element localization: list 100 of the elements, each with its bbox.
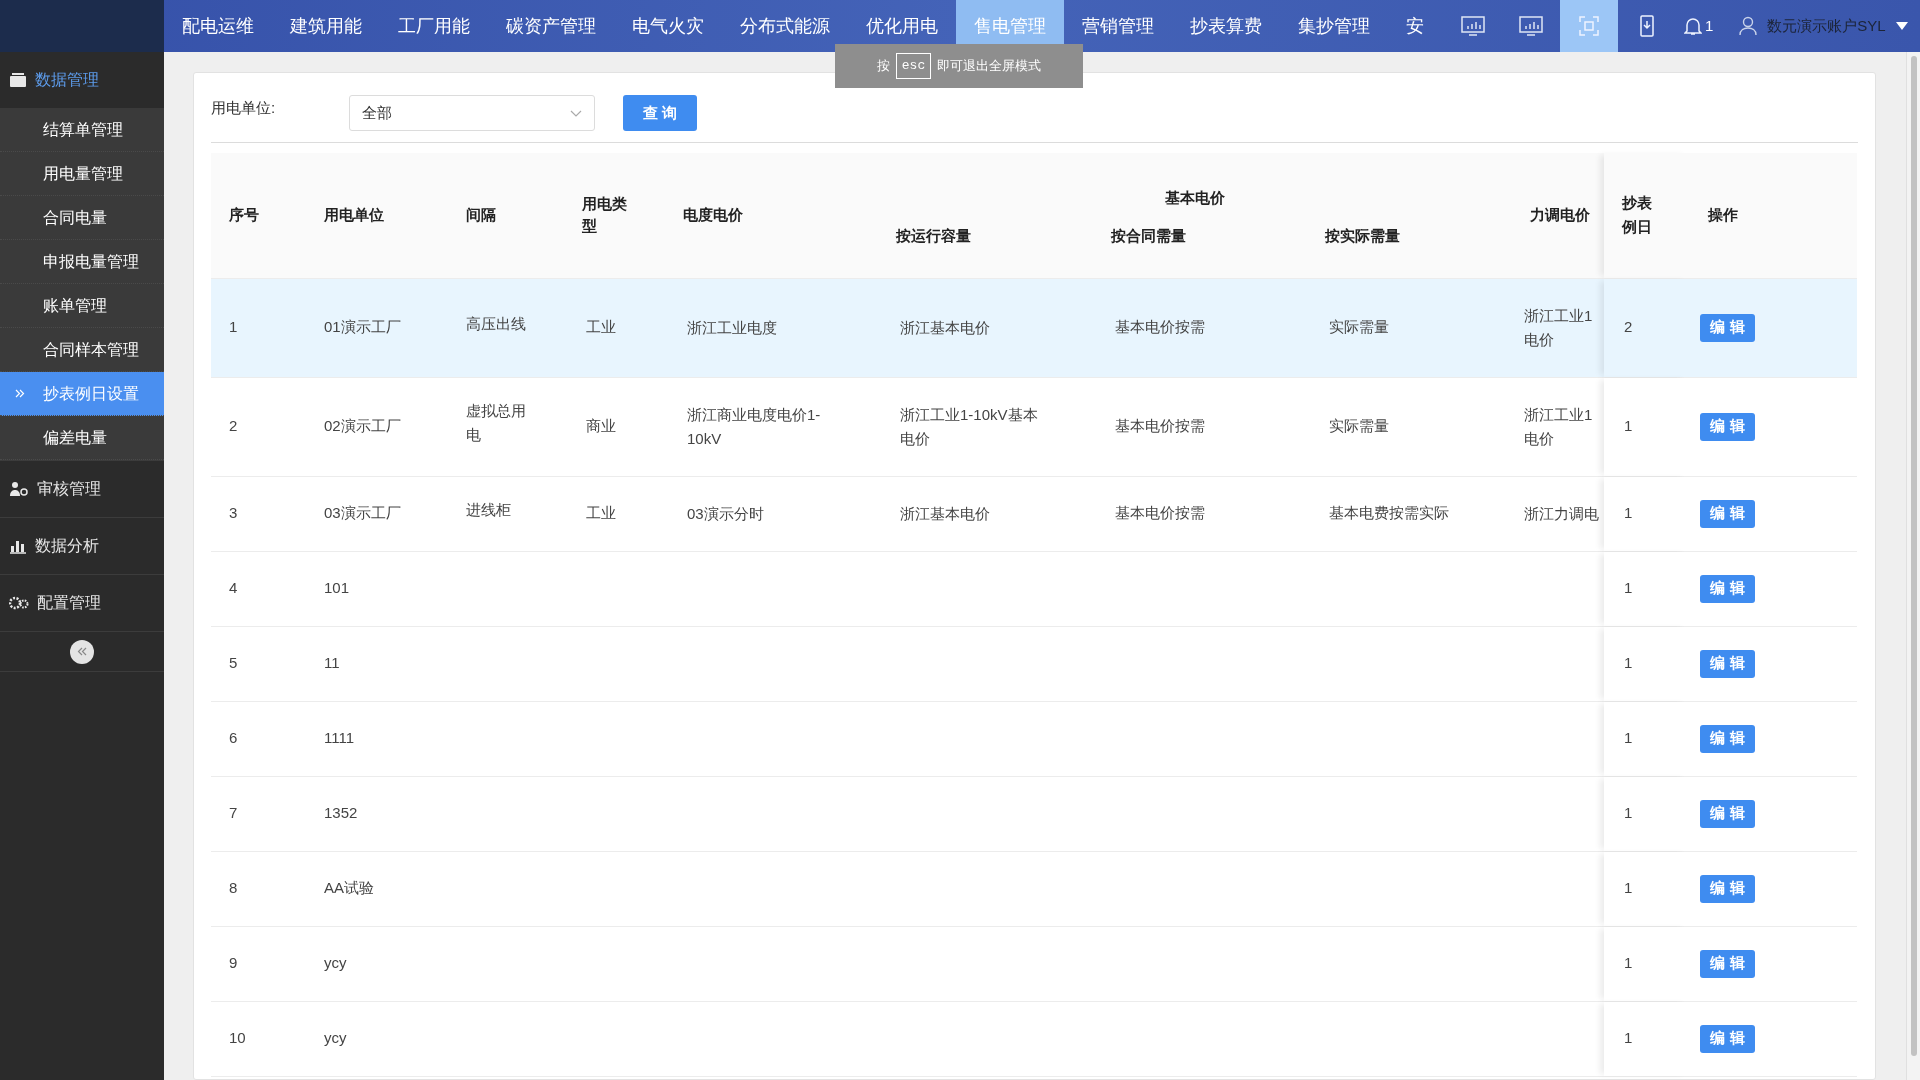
table-cell-text: 浙江工业1-10kV基本电价 [900,404,1039,449]
monitor-chart-icon[interactable] [1518,15,1544,37]
submenu-item[interactable]: 偏差电量 [0,416,164,460]
column-header: 按实际需量 [1307,215,1512,278]
table-row[interactable]: 9 ycy 1 编 辑 [211,926,1857,1002]
table-cell-text: 浙江工业1 电价 [1524,404,1593,449]
table-cell-text: 1 [229,317,238,338]
edit-button[interactable]: 编 辑 [1700,313,1755,342]
table-cell-text: 1 [1624,416,1633,437]
column-header: 用电类型 [564,153,665,278]
nav-tab[interactable]: 工厂用能 [380,0,488,52]
table-cell-text: 03演示工厂 [324,503,401,524]
edit-button[interactable]: 编 辑 [1700,412,1755,441]
table-cell-text: 进线柜 [466,499,511,520]
edit-button[interactable]: 编 辑 [1700,949,1755,978]
submenu-item[interactable]: 合同电量 [0,196,164,240]
phone-download-icon[interactable] [1640,15,1654,37]
query-button[interactable]: 查 询 [623,95,697,131]
nav-tab[interactable]: 安 [1388,0,1442,52]
caret-icon[interactable] [1895,22,1908,30]
table-cell-text: ycy [324,1028,347,1049]
column-header: 间隔 [448,153,564,278]
edit-button[interactable]: 编 辑 [1700,574,1755,603]
table-cell-text: 10 [229,1028,246,1049]
table-row[interactable]: 8 AA试验 1 编 辑 [211,851,1857,927]
folder-icon [9,72,27,88]
edit-button[interactable]: 编 辑 [1700,799,1755,828]
notification-count: 1 [1705,15,1714,36]
table-cell-text: 实际需量 [1329,416,1389,437]
table-cell-text: 基本电价按需 [1115,503,1205,524]
menu-label: 配置管理 [37,593,101,613]
table-cell-text: 浙江力调电 [1524,503,1599,524]
table-cell-text: 11 [324,653,340,674]
nav-tab[interactable]: 分布式能源 [722,0,848,52]
menu-item[interactable]: 数据分析 [0,518,164,574]
nav-tab[interactable]: 建筑用能 [272,0,380,52]
menu-item[interactable]: 数据管理 [0,52,164,108]
table-cell-text: 基本电费按需实际 [1329,503,1449,524]
table-row[interactable]: 6 1111 1 编 辑 [211,701,1857,777]
table-row[interactable]: 4 101 1 编 辑 [211,551,1857,627]
chevron-icon [15,389,25,398]
menu-item[interactable]: 审核管理 [0,461,164,517]
column-header: 用电单位 [306,153,448,278]
unit-select[interactable]: 全部 [349,95,595,131]
column-header: 操作 [1690,153,1857,278]
monitor-chart-icon[interactable] [1460,15,1486,37]
double-chevron-icon [77,647,87,656]
table-cell-text: 1 [1624,878,1633,899]
column-header: 电度电价 [665,153,878,278]
column-header: 抄表例日 [1604,153,1690,278]
table-cell-text: 1 [1624,728,1633,749]
menu-item[interactable]: 配置管理 [0,575,164,631]
table-cell-text: 浙江工业电度 [687,317,777,338]
collapse-button[interactable] [70,639,94,664]
table-row[interactable]: 5 11 1 编 辑 [211,626,1857,702]
table-cell-text: ycy [324,953,347,974]
table-cell-text: 1 [1624,803,1633,824]
submenu-item[interactable]: 账单管理 [0,284,164,328]
table-cell-text: 1352 [324,803,358,824]
edit-button[interactable]: 编 辑 [1700,649,1755,678]
menu-label: 数据分析 [35,536,99,556]
bell-icon[interactable] [1684,16,1702,36]
user-icon[interactable] [1739,16,1758,36]
nav-tab[interactable]: 碳资产管理 [488,0,614,52]
submenu-item[interactable]: 用电量管理 [0,152,164,196]
scrollbar[interactable] [1906,52,1920,1080]
edit-button[interactable]: 编 辑 [1700,874,1755,903]
table-cell-text: 02演示工厂 [324,416,401,437]
table-cell-text: 2 [1624,317,1633,338]
edit-button[interactable]: 编 辑 [1700,499,1755,528]
table-cell-text: 6 [229,728,238,749]
nav-tab[interactable]: 营销管理 [1064,0,1172,52]
table-cell-text: 03演示分时 [687,503,764,524]
edit-button[interactable]: 编 辑 [1700,1024,1755,1053]
table-cell-text: 1 [1624,953,1633,974]
bar-chart-icon [9,538,27,554]
column-header: 序号 [211,153,306,278]
nav-tab[interactable]: 抄表算费 [1172,0,1280,52]
table-cell-text: 基本电价按需 [1115,416,1205,437]
table-cell-text: 5 [229,653,238,674]
nav-tab[interactable]: 电气火灾 [614,0,722,52]
table-row[interactable]: 1 01演示工厂 高压出线 工业 浙江工业电度 浙江基本电价 基本电价按需 实际需量 浙江工业1 电价 2 编 辑 [211,278,1857,378]
submenu-item[interactable]: 结算单管理 [0,108,164,152]
table-row[interactable]: 2 02演示工厂 虚拟总用电 商业 浙江商业电度电价1-10kV 浙江工业1-10kV基本电价 基本电价按需 实际需量 浙江工业1 电价 1 编 辑 [211,377,1857,477]
edit-button[interactable]: 编 辑 [1700,724,1755,753]
table-cell-text: 1 [1624,578,1633,599]
nav-tab[interactable]: 集抄管理 [1280,0,1388,52]
chevron-down-icon [570,109,582,117]
table-row[interactable]: 10 ycy 1 编 辑 [211,1001,1857,1077]
table-cell-text: 浙江工业1 电价 [1524,305,1593,350]
table-cell-text: 2 [229,416,238,437]
esc-key: esc [895,53,932,79]
nav-tab[interactable]: 配电运维 [164,0,272,52]
table-cell-text: 商业 [586,416,616,437]
submenu-item[interactable]: 申报电量管理 [0,240,164,284]
menu-label: 审核管理 [37,479,101,499]
table-cell-text: 基本电价按需 [1115,317,1205,338]
table-row[interactable]: 3 03演示工厂 进线柜 工业 03演示分时 浙江基本电价 基本电价按需 基本电费按需实际 浙江力调电 1 编 辑 [211,476,1857,552]
hint-text: 即可退出全屏模式 [937,57,1042,76]
table-row[interactable]: 7 1352 1 编 辑 [211,776,1857,852]
